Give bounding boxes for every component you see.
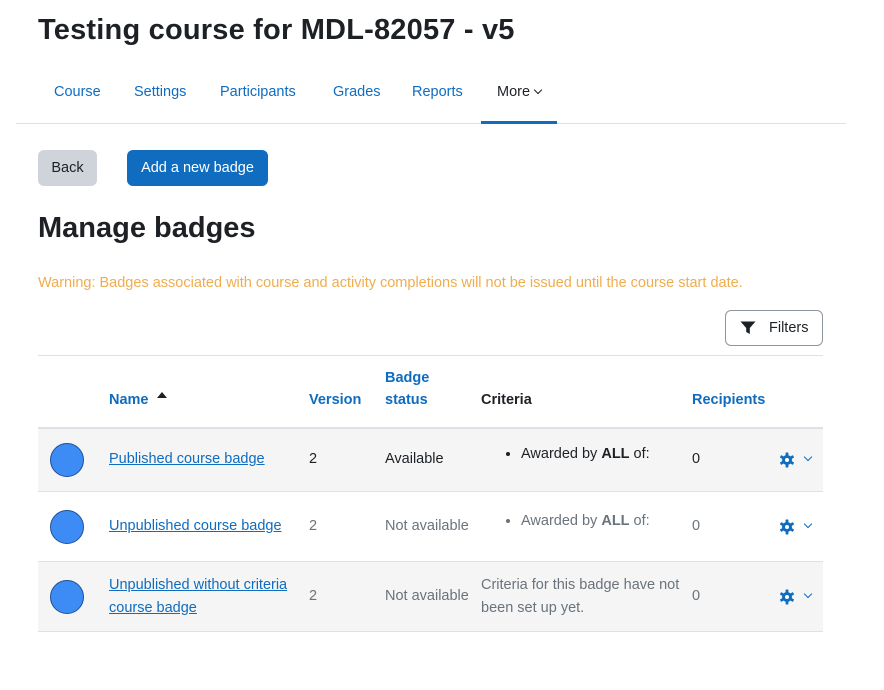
badge-status: Not available xyxy=(385,518,469,534)
header-actions xyxy=(770,356,823,428)
badge-image[interactable] xyxy=(50,442,84,477)
criteria-item: Awarded by ALL of: xyxy=(521,443,680,466)
badge-recipients: 0 xyxy=(692,518,701,534)
badge-version: 2 xyxy=(309,588,318,604)
table-row: Published course badge 2 Available Award… xyxy=(38,427,823,492)
badge-name-cell: Published course badge xyxy=(97,428,297,492)
actions-menu-button[interactable] xyxy=(770,519,823,535)
badge-criteria: Awarded by ALL of: xyxy=(469,492,680,562)
criteria-list: Awarded by ALL of: xyxy=(481,510,680,533)
filters-label: Filters xyxy=(769,320,809,336)
sort-ascending-icon xyxy=(156,391,167,398)
badge-criteria: Criteria for this badge have not been se… xyxy=(481,576,680,616)
badge-actions-cell xyxy=(770,428,823,492)
badge-image[interactable] xyxy=(50,509,84,544)
header-status-line1: Badge xyxy=(385,369,430,386)
criteria-list: Awarded by ALL of: xyxy=(481,443,680,466)
chevron-down-icon xyxy=(803,589,813,598)
sort-by-version-link[interactable]: Version xyxy=(309,392,361,408)
header-criteria: Criteria xyxy=(481,391,532,408)
actions-menu-button[interactable] xyxy=(770,452,823,468)
header-badge-status: Badge status xyxy=(373,356,469,428)
tab-participants[interactable]: Participants xyxy=(220,82,296,124)
criteria-method: ALL xyxy=(601,513,630,529)
back-button[interactable]: Back xyxy=(38,150,97,186)
table-row: Unpublished course badge 2 Not available… xyxy=(38,492,823,562)
badge-image-cell xyxy=(38,562,97,632)
criteria-suffix: of: xyxy=(629,446,650,463)
badge-version: 2 xyxy=(309,518,318,534)
add-new-badge-button[interactable]: Add a new badge xyxy=(127,150,268,186)
gear-icon xyxy=(780,452,794,468)
table-header-row: Name Version Badge status Criteria Recipi… xyxy=(38,355,823,428)
sort-by-status-link[interactable]: Badge status xyxy=(385,370,429,408)
gear-icon xyxy=(780,519,794,534)
sort-by-name-link[interactable]: Name xyxy=(109,392,149,408)
table-row: Unpublished without criteria course badg… xyxy=(38,561,823,632)
header-version: Version xyxy=(297,356,373,428)
sort-by-recipients-link[interactable]: Recipients xyxy=(692,392,765,408)
badge-version: 2 xyxy=(309,451,318,468)
badge-criteria: Awarded by ALL of: xyxy=(469,428,680,492)
warning-message: Warning: Badges associated with course a… xyxy=(38,275,743,291)
badge-recipients: 0 xyxy=(692,588,701,604)
header-image xyxy=(38,356,97,428)
badge-image-cell xyxy=(38,492,97,562)
badge-name-cell: Unpublished without criteria course badg… xyxy=(97,562,297,632)
criteria-item: Awarded by ALL of: xyxy=(521,510,680,533)
tab-more-label: More xyxy=(497,84,531,100)
actions-menu-button[interactable] xyxy=(770,589,823,605)
criteria-suffix: of: xyxy=(629,513,650,529)
tab-settings[interactable]: Settings xyxy=(134,82,186,124)
page-title: Testing course for MDL-82057 - v5 xyxy=(38,14,515,46)
section-title: Manage badges xyxy=(38,212,256,244)
badge-image-cell xyxy=(38,428,97,492)
chevron-down-icon xyxy=(533,85,543,95)
criteria-method: ALL xyxy=(601,446,630,463)
badge-image[interactable] xyxy=(50,579,84,614)
criteria-prefix: Awarded by xyxy=(521,446,602,463)
tab-course[interactable]: Course xyxy=(54,82,101,124)
badges-table: Name Version Badge status Criteria Recipi… xyxy=(38,355,823,632)
filter-icon xyxy=(740,321,756,334)
tab-reports[interactable]: Reports xyxy=(412,82,463,124)
badge-recipients: 0 xyxy=(692,451,701,468)
badge-actions-cell xyxy=(770,492,823,562)
tab-grades[interactable]: Grades xyxy=(333,82,381,124)
filters-button[interactable]: Filters xyxy=(725,310,823,346)
header-recipients: Recipients xyxy=(680,356,770,428)
header-status-line2: status xyxy=(385,391,428,408)
badge-name-link[interactable]: Unpublished without criteria course badg… xyxy=(109,577,287,616)
criteria-prefix: Awarded by xyxy=(521,513,602,529)
secondary-navigation: Course Settings Participants Grades Repo… xyxy=(16,70,846,124)
tab-more[interactable]: More xyxy=(481,82,558,124)
badge-status: Not available xyxy=(385,588,469,604)
badge-actions-cell xyxy=(770,562,823,632)
chevron-down-icon xyxy=(803,452,813,461)
gear-icon xyxy=(780,589,794,604)
badge-status: Available xyxy=(385,451,444,468)
header-name: Name xyxy=(97,356,297,428)
chevron-down-icon xyxy=(803,519,813,528)
badge-name-cell: Unpublished course badge xyxy=(97,492,297,562)
badge-name-link[interactable]: Published course badge xyxy=(109,451,265,467)
badge-name-link[interactable]: Unpublished course badge xyxy=(109,518,282,534)
